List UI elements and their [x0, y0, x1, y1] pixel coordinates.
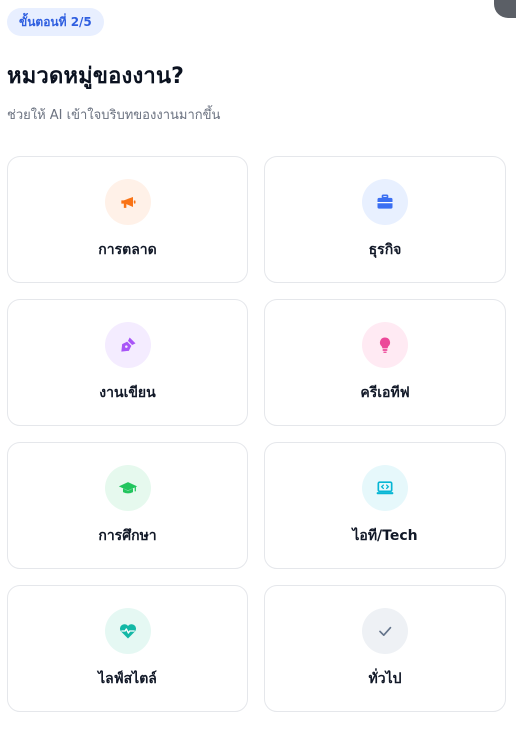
- graduation-cap-icon: [118, 478, 138, 498]
- category-icon-bg: [362, 179, 408, 225]
- step-badge: ขั้นตอนที่ 2/5: [7, 8, 104, 36]
- category-card-marketing[interactable]: การตลาด: [7, 156, 248, 283]
- category-icon-bg: [362, 322, 408, 368]
- category-grid: การตลาด ธุรกิจ งานเขียน ครีเอทีฟ การศึกษ…: [7, 156, 506, 712]
- category-card-education[interactable]: การศึกษา: [7, 442, 248, 569]
- category-card-tech[interactable]: ไอที/Tech: [264, 442, 506, 569]
- category-icon-bg: [104, 179, 151, 225]
- laptop-code-icon: [375, 478, 395, 498]
- category-step-page: ขั้นตอนที่ 2/5 หมวดหมู่ของงาน? ช่วยให้ A…: [0, 0, 516, 742]
- category-label: งานเขียน: [99, 385, 156, 401]
- check-icon: [375, 621, 395, 641]
- category-card-lifestyle[interactable]: ไลฟ์สไตล์: [7, 585, 248, 712]
- category-label: การศึกษา: [98, 528, 157, 544]
- category-label: การตลาด: [98, 242, 157, 258]
- megaphone-icon: [118, 192, 138, 212]
- heart-pulse-icon: [118, 621, 138, 641]
- category-icon-bg: [104, 322, 151, 368]
- category-label: ธุรกิจ: [368, 242, 402, 258]
- category-icon-bg: [104, 608, 151, 654]
- category-card-business[interactable]: ธุรกิจ: [264, 156, 506, 283]
- category-label: ทั่วไป: [368, 671, 402, 687]
- category-card-general[interactable]: ทั่วไป: [264, 585, 506, 712]
- corner-control[interactable]: [494, 0, 516, 18]
- category-card-writing[interactable]: งานเขียน: [7, 299, 248, 426]
- pen-nib-icon: [118, 335, 138, 355]
- page-title: หมวดหมู่ของงาน?: [7, 64, 185, 89]
- category-label: ไอที/Tech: [352, 528, 418, 544]
- lightbulb-icon: [375, 335, 395, 355]
- category-icon-bg: [104, 465, 151, 511]
- page-subtitle: ช่วยให้ AI เข้าใจบริบทของงานมากขึ้น: [7, 108, 221, 123]
- category-card-creative[interactable]: ครีเอทีฟ: [264, 299, 506, 426]
- category-icon-bg: [362, 465, 408, 511]
- category-label: ครีเอทีฟ: [360, 385, 410, 401]
- briefcase-icon: [375, 192, 395, 212]
- category-label: ไลฟ์สไตล์: [98, 671, 157, 687]
- category-icon-bg: [362, 608, 408, 654]
